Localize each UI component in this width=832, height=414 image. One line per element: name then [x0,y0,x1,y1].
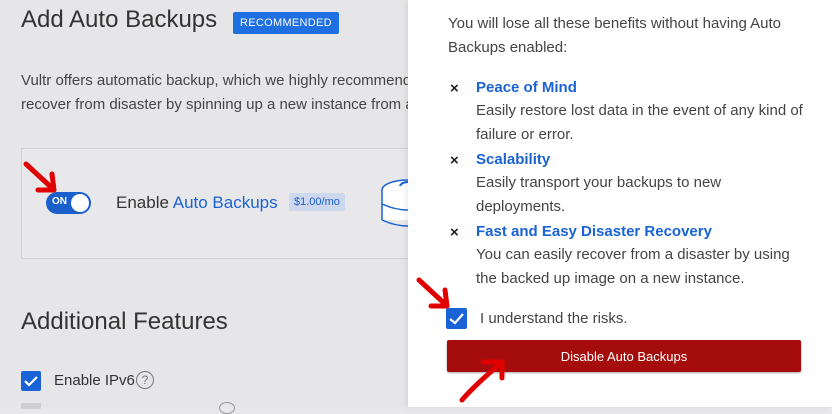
auto-backups-link[interactable]: Auto Backups [173,193,278,212]
additional-features-title: Additional Features [21,308,228,335]
intro-text: Vultr offers automatic backup, which we … [21,69,421,117]
next-help-icon-partial[interactable] [219,402,235,414]
understand-risks-label: I understand the risks. [480,310,628,327]
x-icon: × [450,80,459,97]
ipv6-checkbox[interactable] [21,371,41,391]
x-icon: × [450,224,459,241]
benefit-title-peace-of-mind: Peace of Mind [476,79,577,96]
benefit-desc-peace-of-mind: Easily restore lost data in the event of… [476,102,803,143]
recommended-badge: RECOMMENDED [233,12,339,34]
annotation-arrow-icon [459,359,505,403]
price-badge: $1.00/mo [289,193,345,211]
intro-line-2: recover from disaster by spinning up a n… [21,96,414,113]
benefit-desc-scalability: Easily transport your backups to new dep… [476,174,722,215]
toggle-knob [71,194,89,212]
benefit-title-disaster-recovery: Fast and Easy Disaster Recovery [476,223,712,240]
benefit-title-scalability: Scalability [476,151,551,168]
warning-text: You will lose all these benefits without… [448,15,781,56]
annotation-arrow-icon [23,161,57,193]
benefit-desc-disaster-recovery: You can easily recover from a disaster b… [476,246,790,287]
x-icon: × [450,152,459,169]
checkmark-icon [24,376,38,387]
page-title: Add Auto Backups [21,6,218,33]
intro-line-1: Vultr offers automatic backup, which we … [21,72,412,89]
ipv6-label: Enable IPv6 [54,372,135,389]
help-icon[interactable]: ? [136,371,154,389]
next-checkbox-partial[interactable] [21,403,41,409]
annotation-arrow-icon [416,277,450,309]
enable-prefix: Enable [116,193,173,212]
enable-auto-backups-label: Enable Auto Backups [116,193,278,213]
